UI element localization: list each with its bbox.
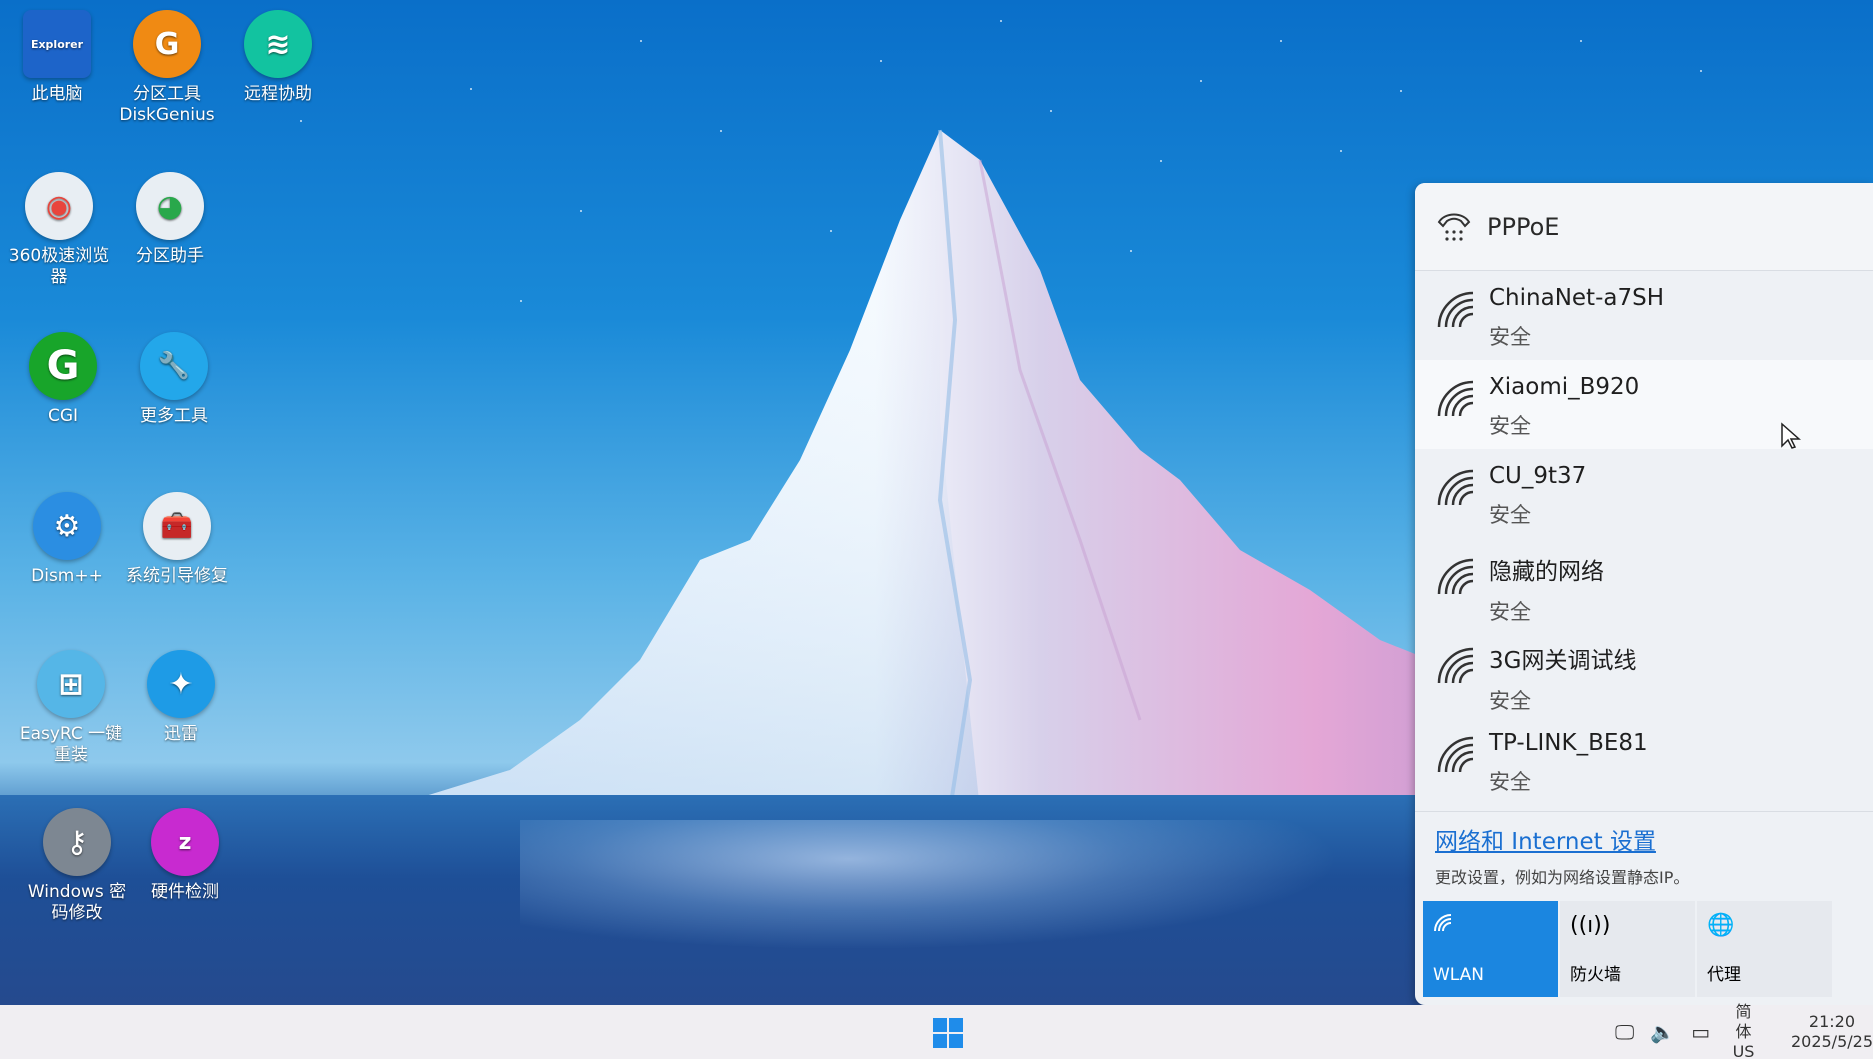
wifi-ssid: CU_9t37 [1489, 463, 1587, 489]
desktop-icon-more-tools[interactable]: 🔧 更多工具 [119, 332, 229, 427]
desktop-icon-label: 更多工具 [140, 406, 208, 426]
network-display-icon[interactable]: 🖵 [1615, 1020, 1634, 1044]
wifi-security: 安全 [1489, 325, 1531, 349]
wifi-security: 安全 [1489, 689, 1531, 713]
volume-icon[interactable]: 🔈 [1650, 1020, 1675, 1044]
wifi-signal-icon [1437, 558, 1474, 595]
desktop-icon-360-browser[interactable]: ◉ 360极速浏览 器 [4, 172, 114, 288]
ime-layout: US [1732, 1042, 1755, 1059]
wifi-network-item[interactable]: TP-LINK_BE81 安全 [1415, 716, 1873, 805]
desktop-icon-diskgenius[interactable]: G 分区工具 DiskGenius [112, 10, 222, 126]
wifi-icon [1434, 914, 1452, 932]
quick-tile-label: WLAN [1433, 965, 1485, 985]
partition-assistant-icon: ◕ [136, 172, 204, 240]
taskbar: 🖵 🔈 ▭ 简体 US 21:20 2025/5/25 [0, 1002, 1873, 1059]
desktop-icon-label: CGI [47, 406, 79, 426]
quick-tile-label: 代理 [1707, 965, 1741, 985]
wifi-network-item[interactable]: ChinaNet-a7SH 安全 [1415, 271, 1873, 360]
browser-360-icon: ◉ [25, 172, 93, 240]
diskgenius-icon: G [133, 10, 201, 78]
desktop-icon-label: 硬件检测 [151, 882, 219, 902]
dialup-phone-icon [1437, 213, 1471, 241]
desktop-icon-cgi[interactable]: G CGI [8, 332, 118, 427]
desktop-icon-label: EasyRC 一键 重装 [19, 724, 123, 765]
remote-assist-icon: ≋ [244, 10, 312, 78]
desktop-icon-hardware-detect[interactable]: z 硬件检测 [130, 808, 240, 903]
easyrc-icon: ⊞ [37, 650, 105, 718]
pppoe-label: PPPoE [1487, 212, 1560, 241]
pppoe-connection[interactable]: PPPoE [1415, 183, 1873, 271]
clock[interactable]: 21:20 2025/5/25 [1791, 1012, 1873, 1052]
desktop-icon-partition-assistant[interactable]: ◕ 分区助手 [115, 172, 225, 267]
desktop-icon-label: Dism++ [31, 566, 103, 586]
boot-repair-icon: 🧰 [143, 492, 211, 560]
wifi-ssid: 3G网关调试线 [1489, 648, 1637, 674]
desktop-icon-this-pc[interactable]: Explorer 此电脑 [2, 10, 112, 105]
wifi-security: 安全 [1489, 503, 1531, 527]
network-flyout: PPPoE ChinaNet-a7SH 安全 Xiaomi_B920 安全 CU_9t3… [1415, 183, 1873, 1005]
wifi-ssid: 隐藏的网络 [1489, 559, 1604, 585]
clock-date: 2025/5/25 [1790, 1032, 1873, 1051]
desktop-icon-label: 远程协助 [244, 84, 312, 104]
quick-tile-firewall[interactable]: ((ı)) 防火墙 [1560, 901, 1695, 997]
network-internet-settings-link[interactable]: 网络和 Internet 设置 [1435, 822, 1853, 856]
ime-mode: 简体 [1735, 1002, 1752, 1041]
desktop-icon-thunder[interactable]: ✦ 迅雷 [126, 650, 236, 745]
desktop-icon-boot-repair[interactable]: 🧰 系统引导修复 [122, 492, 232, 587]
desktop-icon-remote-assist[interactable]: ≋ 远程协助 [223, 10, 333, 105]
desktop-icon-easyrc[interactable]: ⊞ EasyRC 一键 重装 [16, 650, 126, 766]
antenna-icon: ((ı)) [1570, 913, 1611, 938]
desktop-icon-label: 此电脑 [31, 84, 83, 104]
network-settings-description: 更改设置，例如为网络设置静态IP。 [1435, 868, 1690, 887]
wifi-signal-icon [1437, 647, 1474, 684]
wifi-network-item[interactable]: CU_9t37 安全 [1415, 449, 1873, 538]
desktop-icon-label: 系统引导修复 [126, 566, 228, 586]
clock-time: 21:20 [1808, 1012, 1856, 1031]
quick-tile-proxy[interactable]: 🌐 代理 [1697, 901, 1832, 997]
desktop-icon-label: 分区工具 DiskGenius [119, 84, 215, 125]
globe-icon: 🌐 [1707, 913, 1735, 938]
desktop-icon-label: 分区助手 [136, 246, 204, 266]
password-key-icon: ⚷ [43, 808, 111, 876]
wifi-signal-icon [1437, 291, 1474, 328]
wifi-ssid: Xiaomi_B920 [1489, 374, 1640, 400]
network-settings-section: 网络和 Internet 设置 更改设置，例如为网络设置静态IP。 [1415, 811, 1873, 888]
wifi-ssid: TP-LINK_BE81 [1489, 730, 1648, 756]
battery-icon[interactable]: ▭ [1691, 1020, 1710, 1044]
desktop-icon-windows-password[interactable]: ⚷ Windows 密 码修改 [22, 808, 132, 924]
wifi-network-list: ChinaNet-a7SH 安全 Xiaomi_B920 安全 CU_9t37 安全 隐藏的… [1415, 271, 1873, 805]
wifi-network-item[interactable]: Xiaomi_B920 安全 [1415, 360, 1873, 449]
more-tools-icon: 🔧 [140, 332, 208, 400]
wallpaper-reflection [520, 820, 1340, 950]
wifi-signal-icon [1437, 380, 1474, 417]
windows-start-icon[interactable] [933, 1018, 963, 1048]
ime-indicator[interactable]: 简体 US [1730, 1002, 1757, 1059]
wifi-network-item[interactable]: 3G网关调试线 安全 [1415, 627, 1873, 716]
wifi-signal-icon [1437, 736, 1474, 773]
wifi-signal-icon [1437, 469, 1474, 506]
wifi-network-item[interactable]: 隐藏的网络 安全 [1415, 538, 1873, 627]
wifi-security: 安全 [1489, 770, 1531, 794]
desktop-icon-label: Windows 密 码修改 [27, 882, 127, 923]
wifi-security: 安全 [1489, 414, 1531, 438]
thunder-icon: ✦ [147, 650, 215, 718]
quick-tile-wlan[interactable]: WLAN [1423, 901, 1558, 997]
mouse-cursor-icon [1781, 422, 1801, 449]
wifi-security: 安全 [1489, 600, 1531, 624]
dism-icon: ⚙ [33, 492, 101, 560]
hardware-detect-icon: z [151, 808, 219, 876]
wallpaper-mountain [380, 129, 1480, 810]
desktop-icon-dism[interactable]: ⚙ Dism++ [12, 492, 122, 587]
system-tray: 🖵 🔈 ▭ 简体 US 21:20 2025/5/25 [1615, 1002, 1873, 1059]
desktop-icon-label: 360极速浏览 器 [8, 246, 110, 287]
quick-actions: WLAN ((ı)) 防火墙 🌐 代理 [1423, 901, 1832, 997]
cgi-icon: G [29, 332, 97, 400]
explorer-icon: Explorer [23, 10, 91, 78]
wifi-ssid: ChinaNet-a7SH [1489, 285, 1664, 311]
quick-tile-label: 防火墙 [1570, 965, 1621, 985]
desktop-icon-label: 迅雷 [164, 724, 198, 744]
